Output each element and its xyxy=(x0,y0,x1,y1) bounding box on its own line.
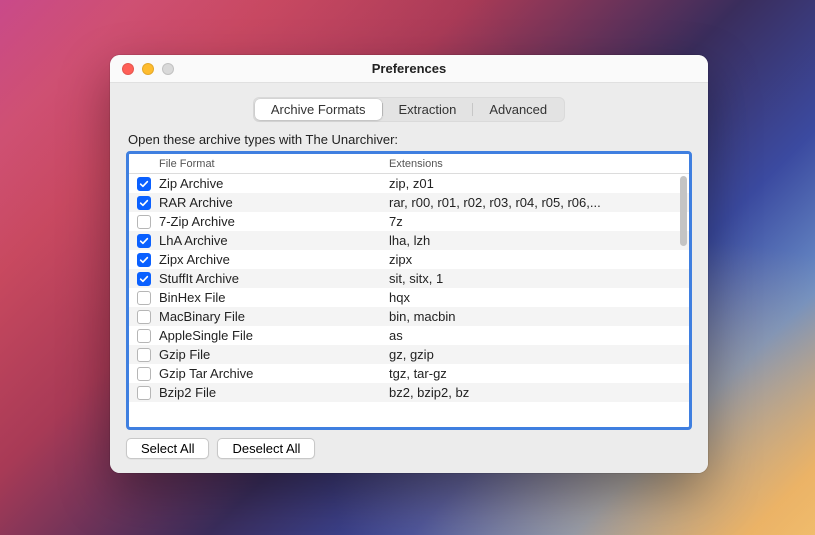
table-row[interactable]: MacBinary Filebin, macbin xyxy=(129,307,689,326)
table-header: File Format Extensions xyxy=(129,154,689,174)
format-name: LhA Archive xyxy=(159,233,389,248)
tabs-segmented-control: Archive Formats Extraction Advanced xyxy=(253,97,565,122)
checkbox-cell xyxy=(129,348,159,362)
format-checkbox[interactable] xyxy=(137,215,151,229)
format-extensions: 7z xyxy=(389,214,681,229)
checkbox-cell xyxy=(129,367,159,381)
table-row[interactable]: Gzip Tar Archivetgz, tar-gz xyxy=(129,364,689,383)
table-row[interactable]: StuffIt Archivesit, sitx, 1 xyxy=(129,269,689,288)
button-label: Deselect All xyxy=(232,441,300,456)
table-row[interactable]: Gzip Filegz, gzip xyxy=(129,345,689,364)
format-name: AppleSingle File xyxy=(159,328,389,343)
preferences-window: Preferences Archive Formats Extraction A… xyxy=(110,55,708,473)
table-row[interactable]: AppleSingle Fileas xyxy=(129,326,689,345)
tab-extraction[interactable]: Extraction xyxy=(383,99,473,120)
format-extensions: zipx xyxy=(389,252,681,267)
table-row[interactable]: RAR Archiverar, r00, r01, r02, r03, r04,… xyxy=(129,193,689,212)
format-name: BinHex File xyxy=(159,290,389,305)
checkbox-cell xyxy=(129,215,159,229)
checkbox-cell xyxy=(129,177,159,191)
format-extensions: sit, sitx, 1 xyxy=(389,271,681,286)
zoom-icon xyxy=(162,63,174,75)
column-header-format[interactable]: File Format xyxy=(159,158,389,170)
format-checkbox[interactable] xyxy=(137,367,151,381)
format-checkbox[interactable] xyxy=(137,177,151,191)
table-row[interactable]: Zip Archivezip, z01 xyxy=(129,174,689,193)
table-row[interactable]: 7-Zip Archive7z xyxy=(129,212,689,231)
table-row[interactable]: Zipx Archivezipx xyxy=(129,250,689,269)
format-extensions: bz2, bzip2, bz xyxy=(389,385,681,400)
tab-label: Archive Formats xyxy=(271,102,366,117)
format-checkbox[interactable] xyxy=(137,310,151,324)
close-icon[interactable] xyxy=(122,63,134,75)
checkbox-cell xyxy=(129,329,159,343)
scrollbar-thumb[interactable] xyxy=(680,176,687,246)
traffic-lights xyxy=(110,63,174,75)
tab-label: Extraction xyxy=(399,102,457,117)
format-checkbox[interactable] xyxy=(137,386,151,400)
checkbox-cell xyxy=(129,272,159,286)
window-title: Preferences xyxy=(110,61,708,76)
select-all-button[interactable]: Select All xyxy=(126,438,209,459)
format-name: Bzip2 File xyxy=(159,385,389,400)
format-checkbox[interactable] xyxy=(137,291,151,305)
content-area: Archive Formats Extraction Advanced Open… xyxy=(110,83,708,473)
format-checkbox[interactable] xyxy=(137,272,151,286)
format-name: MacBinary File xyxy=(159,309,389,324)
checkbox-cell xyxy=(129,310,159,324)
column-header-extensions[interactable]: Extensions xyxy=(389,158,689,170)
format-name: RAR Archive xyxy=(159,195,389,210)
button-label: Select All xyxy=(141,441,194,456)
format-name: Gzip File xyxy=(159,347,389,362)
format-extensions: bin, macbin xyxy=(389,309,681,324)
tab-advanced[interactable]: Advanced xyxy=(473,99,563,120)
format-name: StuffIt Archive xyxy=(159,271,389,286)
table-row[interactable]: Bzip2 Filebz2, bzip2, bz xyxy=(129,383,689,402)
bottom-buttons: Select All Deselect All xyxy=(126,438,692,459)
minimize-icon[interactable] xyxy=(142,63,154,75)
format-name: Zipx Archive xyxy=(159,252,389,267)
format-checkbox[interactable] xyxy=(137,253,151,267)
format-checkbox[interactable] xyxy=(137,234,151,248)
instruction-label: Open these archive types with The Unarch… xyxy=(126,132,692,147)
format-extensions: zip, z01 xyxy=(389,176,681,191)
table-row[interactable]: LhA Archivelha, lzh xyxy=(129,231,689,250)
format-extensions: rar, r00, r01, r02, r03, r04, r05, r06,.… xyxy=(389,195,681,210)
tab-label: Advanced xyxy=(489,102,547,117)
table-row[interactable]: BinHex Filehqx xyxy=(129,288,689,307)
checkbox-cell xyxy=(129,291,159,305)
format-name: Gzip Tar Archive xyxy=(159,366,389,381)
format-extensions: hqx xyxy=(389,290,681,305)
tab-archive-formats[interactable]: Archive Formats xyxy=(255,99,382,120)
format-checkbox[interactable] xyxy=(137,348,151,362)
formats-table: File Format Extensions Zip Archivezip, z… xyxy=(126,151,692,430)
format-extensions: gz, gzip xyxy=(389,347,681,362)
format-name: 7-Zip Archive xyxy=(159,214,389,229)
format-checkbox[interactable] xyxy=(137,329,151,343)
checkbox-cell xyxy=(129,386,159,400)
checkbox-cell xyxy=(129,196,159,210)
deselect-all-button[interactable]: Deselect All xyxy=(217,438,315,459)
checkbox-cell xyxy=(129,234,159,248)
format-checkbox[interactable] xyxy=(137,196,151,210)
format-extensions: tgz, tar-gz xyxy=(389,366,681,381)
format-extensions: lha, lzh xyxy=(389,233,681,248)
tabs-row: Archive Formats Extraction Advanced xyxy=(126,97,692,122)
format-name: Zip Archive xyxy=(159,176,389,191)
checkbox-cell xyxy=(129,253,159,267)
format-extensions: as xyxy=(389,328,681,343)
titlebar: Preferences xyxy=(110,55,708,83)
